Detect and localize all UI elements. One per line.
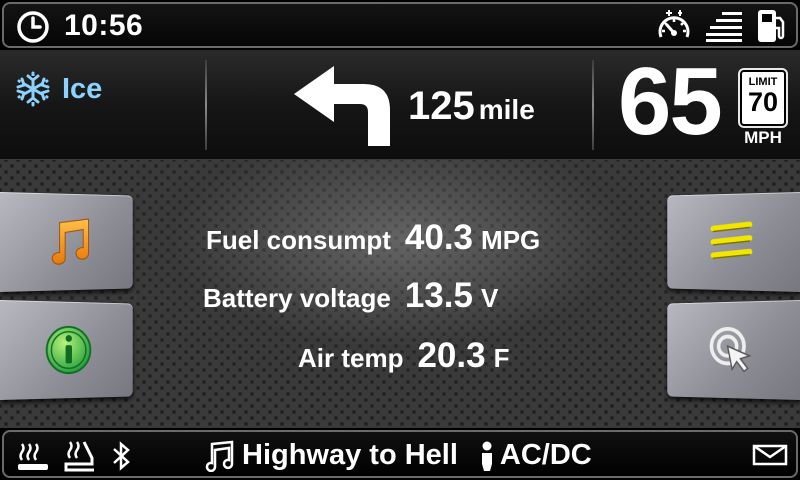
bottom-bar: Highway to Hell AC/DC xyxy=(2,430,798,478)
speedometer-icon xyxy=(658,10,690,38)
stat-row: Battery voltage 13.5 V xyxy=(203,276,498,316)
artist-name: AC/DC xyxy=(499,439,592,471)
stat-row: Fuel consumpt 40.3 MPG xyxy=(206,218,540,258)
navigation-panel: Ice 125 mile 65 LIMIT 70 MPH xyxy=(0,50,800,160)
stat-label: Air temp xyxy=(298,343,404,373)
seat-heater-2-icon[interactable] xyxy=(62,440,96,472)
music-note-icon xyxy=(205,440,234,472)
stat-label: Fuel consumpt xyxy=(206,225,391,255)
stat-unit: V xyxy=(480,283,499,313)
menu-lines-icon xyxy=(709,221,754,264)
stat-value: 13.5 xyxy=(404,276,473,315)
song-title: Highway to Hell xyxy=(242,439,458,471)
touch-button[interactable] xyxy=(667,300,800,400)
speed-limit-value: 70 xyxy=(747,87,779,117)
distance-value: 125 xyxy=(408,84,475,128)
menu-button[interactable] xyxy=(667,192,800,292)
road-condition: Ice xyxy=(14,70,102,108)
music-note-icon xyxy=(45,217,92,268)
status-bar: 10:56 xyxy=(2,2,798,48)
mail-icon[interactable] xyxy=(752,444,788,466)
touch-pointer-icon xyxy=(708,325,755,376)
divider xyxy=(205,60,207,150)
clock-time: 10:56 xyxy=(64,9,144,42)
artist-icon xyxy=(481,441,492,471)
turn-left-arrow-icon xyxy=(294,66,390,146)
turn-distance: 125 mile xyxy=(408,84,535,129)
speed-limit-sign: LIMIT 70 xyxy=(738,68,788,128)
distance-unit: mile xyxy=(478,94,535,125)
road-condition-label: Ice xyxy=(62,72,103,105)
stat-row: Air temp 20.3 F xyxy=(298,336,509,376)
main-dashboard: Fuel consumpt 40.3 MPG Battery voltage 13.5… xyxy=(0,160,800,428)
stat-value: 20.3 xyxy=(417,336,486,375)
seat-heater-icon[interactable] xyxy=(16,440,50,472)
divider xyxy=(592,60,594,150)
clock-icon xyxy=(17,11,49,43)
stat-value: 40.3 xyxy=(404,218,474,257)
stat-unit: F xyxy=(493,343,510,373)
snowflake-icon xyxy=(16,71,50,107)
stat-label: Battery voltage xyxy=(203,283,391,313)
headlight-icon xyxy=(706,12,742,42)
music-button[interactable] xyxy=(0,192,133,292)
speed-unit: MPH xyxy=(744,128,782,147)
now-playing[interactable]: Highway to Hell AC/DC xyxy=(204,439,592,472)
info-button[interactable] xyxy=(0,300,133,400)
bluetooth-icon[interactable] xyxy=(110,440,134,472)
fuel-pump-icon xyxy=(758,10,785,42)
info-icon xyxy=(44,324,93,377)
stat-unit: MPG xyxy=(481,225,541,255)
current-speed: 65 xyxy=(618,48,723,155)
